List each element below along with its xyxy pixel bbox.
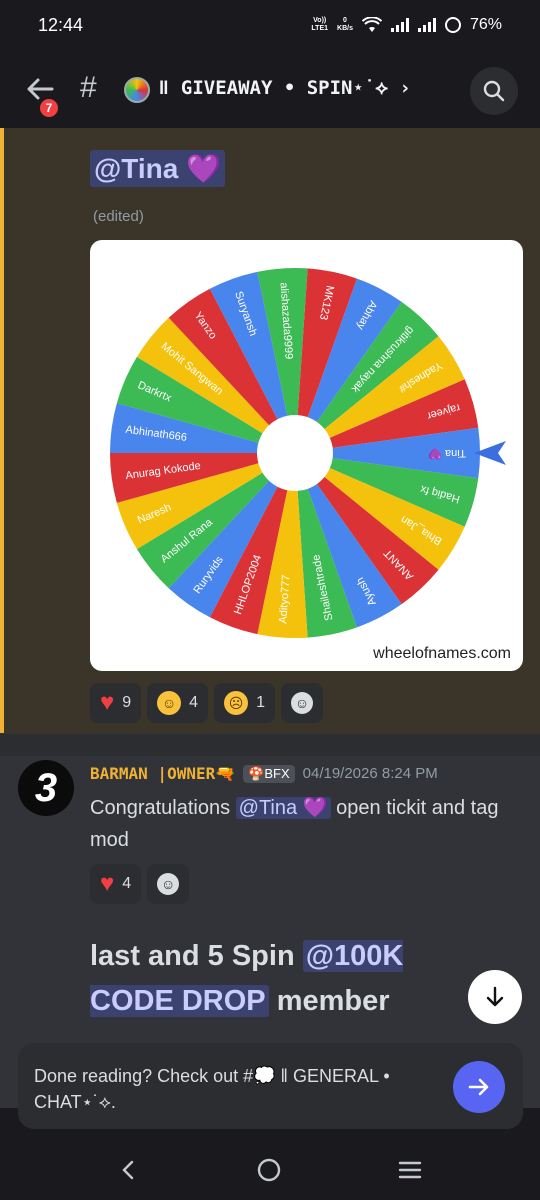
banner-text: Done reading? Check out #💭 ǁ GENERAL • C…	[34, 1066, 390, 1112]
arrow-down-icon	[486, 986, 504, 1007]
add-reaction-icon: ☺	[290, 692, 313, 714]
big-message-text: last and 5 Spin	[90, 940, 303, 972]
signal-icon	[390, 18, 409, 32]
add-reaction-button[interactable]: ☺	[147, 864, 190, 904]
add-reaction-button[interactable]: ☺	[280, 683, 323, 723]
search-button[interactable]	[470, 67, 518, 115]
nav-home-icon[interactable]	[256, 1157, 282, 1183]
message-text: Congratulations	[90, 797, 236, 819]
wifi-icon	[361, 17, 382, 32]
avatar[interactable]: 3	[18, 760, 74, 816]
big-message: last and 5 Spin @100K CODE DROP member	[90, 934, 460, 1024]
heart-icon: ♥	[100, 870, 115, 897]
channel-hash-icon: #	[80, 71, 97, 104]
wheel-image[interactable]: MK123 Abhay gitikrushna nayak Yadnesh# rajve…	[90, 240, 523, 671]
jump-to-bottom-button[interactable]	[468, 970, 522, 1024]
author-name[interactable]: BARMAN |OWNER🔫	[90, 764, 235, 783]
heart-icon: ♥	[100, 689, 115, 716]
lte-label: LTE1	[311, 25, 329, 32]
mention-tina[interactable]: @Tina 💜	[90, 150, 225, 187]
status-bar: 12:44 Vo)) LTE1 0 KB/s 76%	[0, 0, 540, 50]
wheel-center	[257, 415, 333, 491]
timestamp: 04/19/2026 8:24 PM	[302, 765, 438, 782]
message-reactions: ♥ 4 ☺	[90, 864, 190, 904]
post-reactions: ♥ 9 ☺ 4 ☹ 1 ☺	[90, 683, 323, 723]
reaction-count: 4	[189, 694, 199, 711]
wheel-entry-label: Tina 💜	[428, 447, 466, 460]
author-label: BARMAN |OWNER	[90, 764, 216, 783]
big-message-text-end: member	[268, 985, 390, 1017]
volte-label: Vo))	[313, 17, 327, 24]
nav-recents-icon[interactable]	[397, 1157, 423, 1183]
saluting-face-icon: ☺	[157, 691, 182, 715]
chat-area[interactable]: @Tina 💜 (edited) MK123 Abhay gitikrushna n…	[0, 128, 540, 1108]
arrow-right-icon	[468, 1078, 489, 1096]
signal-icon-2	[417, 18, 436, 32]
system-nav-bar	[0, 1140, 540, 1200]
next-channel-banner[interactable]: Done reading? Check out #💭 ǁ GENERAL • C…	[18, 1043, 523, 1129]
nav-back-icon[interactable]	[117, 1158, 141, 1182]
reaction-count: 4	[122, 875, 132, 892]
battery-icon	[444, 17, 461, 33]
mushroom-emoji: 🍄	[248, 765, 265, 781]
tag-label: BFX	[264, 765, 290, 781]
reaction-count: 9	[122, 694, 132, 711]
highlight-bar	[0, 128, 4, 733]
reaction-heart[interactable]: ♥ 4	[90, 864, 142, 904]
add-reaction-icon: ☺	[157, 873, 180, 895]
wheel-brand: wheelofnames.com	[373, 645, 511, 662]
mention-tina-inline[interactable]: @Tina 💜	[235, 797, 331, 819]
reaction-crying[interactable]: ☹ 1	[214, 683, 275, 723]
crying-face-icon: ☹	[224, 691, 249, 715]
volte-indicator: Vo)) LTE1	[311, 17, 328, 33]
channel-title[interactable]: ǁ GIVEAWAY • SPIN⋆˙⟡ ›	[158, 77, 411, 99]
gun-emoji: 🔫	[215, 764, 236, 783]
reaction-heart[interactable]: ♥ 9	[90, 683, 142, 723]
speed-unit: KB/s	[337, 25, 353, 32]
network-speed: 0 KB/s	[337, 17, 353, 33]
unread-badge: 7	[38, 97, 60, 119]
search-icon	[483, 80, 505, 102]
battery-percent: 76%	[469, 16, 502, 33]
message-body: Congratulations @Tina 💜 open tickit and …	[90, 792, 510, 856]
spin-wheel: MK123 Abhaygitikrushna nayakYadnesh#rajve…	[110, 268, 506, 638]
speed-value: 0	[343, 17, 347, 24]
ferris-wheel-icon	[124, 77, 150, 103]
server-tag[interactable]: 🍄BFX	[243, 764, 295, 783]
go-to-channel-button[interactable]	[453, 1061, 505, 1113]
reaction-salute[interactable]: ☺ 4	[147, 683, 209, 723]
channel-header: 7 # ǁ GIVEAWAY • SPIN⋆˙⟡ ›	[0, 55, 540, 125]
status-time: 12:44	[38, 14, 84, 35]
message-header: BARMAN |OWNER🔫 🍄BFX 04/19/2026 8:24 PM	[90, 764, 438, 783]
reaction-count: 1	[256, 694, 265, 711]
edited-label: (edited)	[93, 208, 144, 225]
message-divider	[0, 734, 540, 756]
